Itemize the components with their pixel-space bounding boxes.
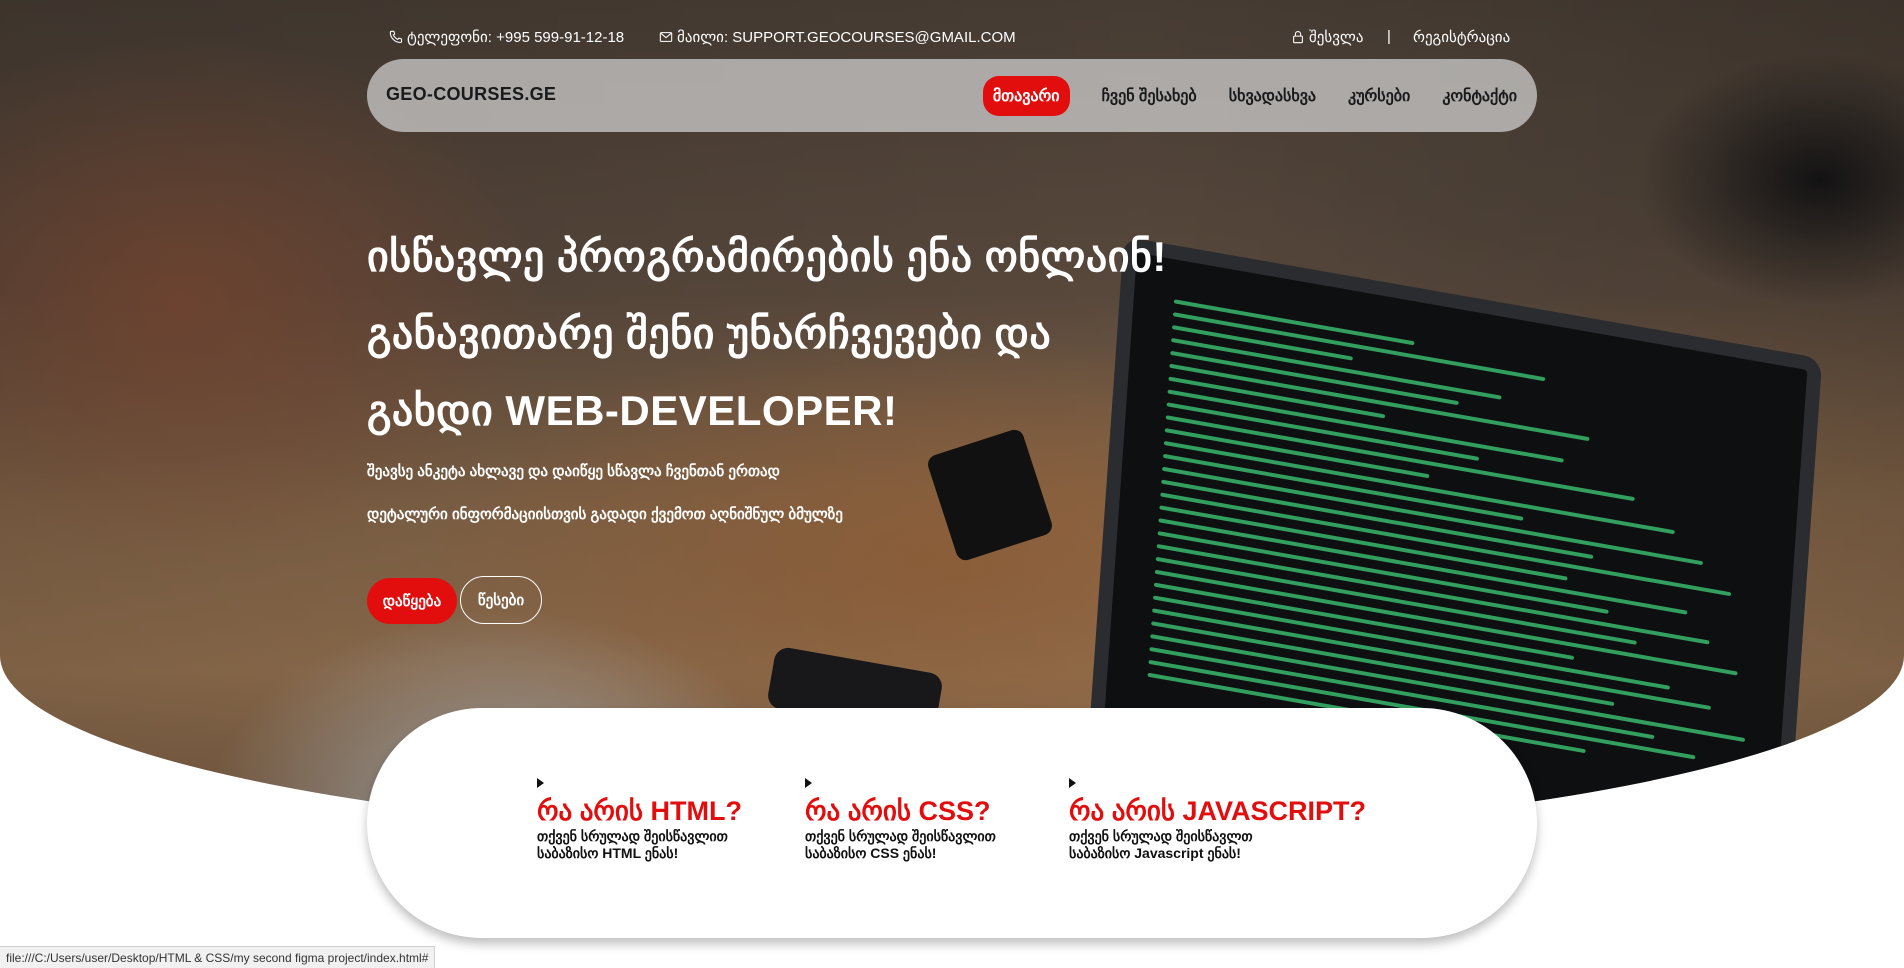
nav-links: მთავარი ჩვენ შესახებ სხვადასხვა კურსები …	[982, 76, 1517, 116]
hero-headline-line: გახდი WEB-DEVELOPER!	[367, 387, 898, 434]
nav-item-misc[interactable]: სხვადასხვა	[1229, 76, 1316, 116]
nav-item-contact[interactable]: კონტაქტი	[1442, 76, 1517, 116]
topic-title: რა არის JAVASCRIPT?	[1069, 796, 1366, 826]
caret-right-icon[interactable]	[1069, 778, 1076, 788]
hero-headline: ისწავლე პროგრამირების ენა ონლაინ! განავი…	[367, 218, 1267, 449]
topbar-separator: |	[1387, 28, 1391, 45]
main-navbar: GEO-COURSES.GE მთავარი ჩვენ შესახებ სხვა…	[367, 59, 1537, 132]
mail-icon	[658, 30, 673, 45]
topics-card: რა არის HTML? თქვენ სრულად შეისწავლით სა…	[367, 708, 1537, 938]
contact-email-text: მაილი: SUPPORT.GEOCOURSES@GMAIL.COM	[677, 29, 1016, 46]
start-button[interactable]: დაწყება	[367, 578, 457, 624]
caret-right-icon[interactable]	[537, 778, 544, 788]
hero-headline-line: განავითარე შენი უნარჩვევები და	[367, 310, 1052, 357]
nav-item-about[interactable]: ჩვენ შესახებ	[1102, 76, 1197, 116]
rules-button[interactable]: წესები	[460, 576, 542, 624]
lock-icon	[1290, 30, 1305, 45]
contact-phone: ტელეფონი: +995 599-91-12-18	[388, 28, 624, 46]
caret-right-icon[interactable]	[805, 778, 812, 788]
brand-logo[interactable]: GEO-COURSES.GE	[386, 84, 556, 105]
contact-bar: ტელეფონი: +995 599-91-12-18 მაილი: SUPPO…	[388, 28, 1518, 50]
hero-headline-line: ისწავლე პროგრამირების ენა ონლაინ!	[367, 233, 1167, 280]
browser-status-url: file:///C:/Users/user/Desktop/HTML & CSS…	[0, 946, 436, 968]
register-link[interactable]: რეგისტრაცია	[1413, 28, 1510, 46]
hero-subtext: შეავსე ანკეტა ახლავე და დაიწყე სწავლა ჩვ…	[367, 463, 780, 480]
topic-html: რა არის HTML? თქვენ სრულად შეისწავლით სა…	[537, 778, 747, 862]
contact-phone-text: ტელეფონი: +995 599-91-12-18	[407, 29, 625, 46]
login-link[interactable]: შესვლა	[1290, 28, 1364, 46]
topic-javascript: რა არის JAVASCRIPT? თქვენ სრულად შეისწავ…	[1069, 778, 1366, 862]
hero-subtext: დეტალური ინფორმაციისთვის გადადი ქვემოთ ა…	[367, 506, 843, 523]
register-label: რეგისტრაცია	[1413, 29, 1511, 46]
topic-title: რა არის HTML?	[537, 796, 742, 826]
topic-description: თქვენ სრულად შეისწავლით საბაზისო HTML ენ…	[537, 828, 728, 861]
topic-title: რა არის CSS?	[805, 796, 991, 826]
nav-item-home[interactable]: მთავარი	[982, 76, 1070, 116]
topic-description: თქვენ სრულად შეისწავლით საბაზისო CSS ენა…	[805, 828, 996, 861]
contact-email: მაილი: SUPPORT.GEOCOURSES@GMAIL.COM	[658, 28, 1016, 46]
topic-description: თქვენ სრულად შეისწავლთ საბაზისო Javascri…	[1069, 828, 1253, 861]
nav-item-courses[interactable]: კურსები	[1348, 76, 1410, 116]
topic-css: რა არის CSS? თქვენ სრულად შეისწავლით საბ…	[805, 778, 1015, 862]
login-label: შესვლა	[1309, 29, 1364, 46]
phone-icon	[388, 30, 403, 45]
